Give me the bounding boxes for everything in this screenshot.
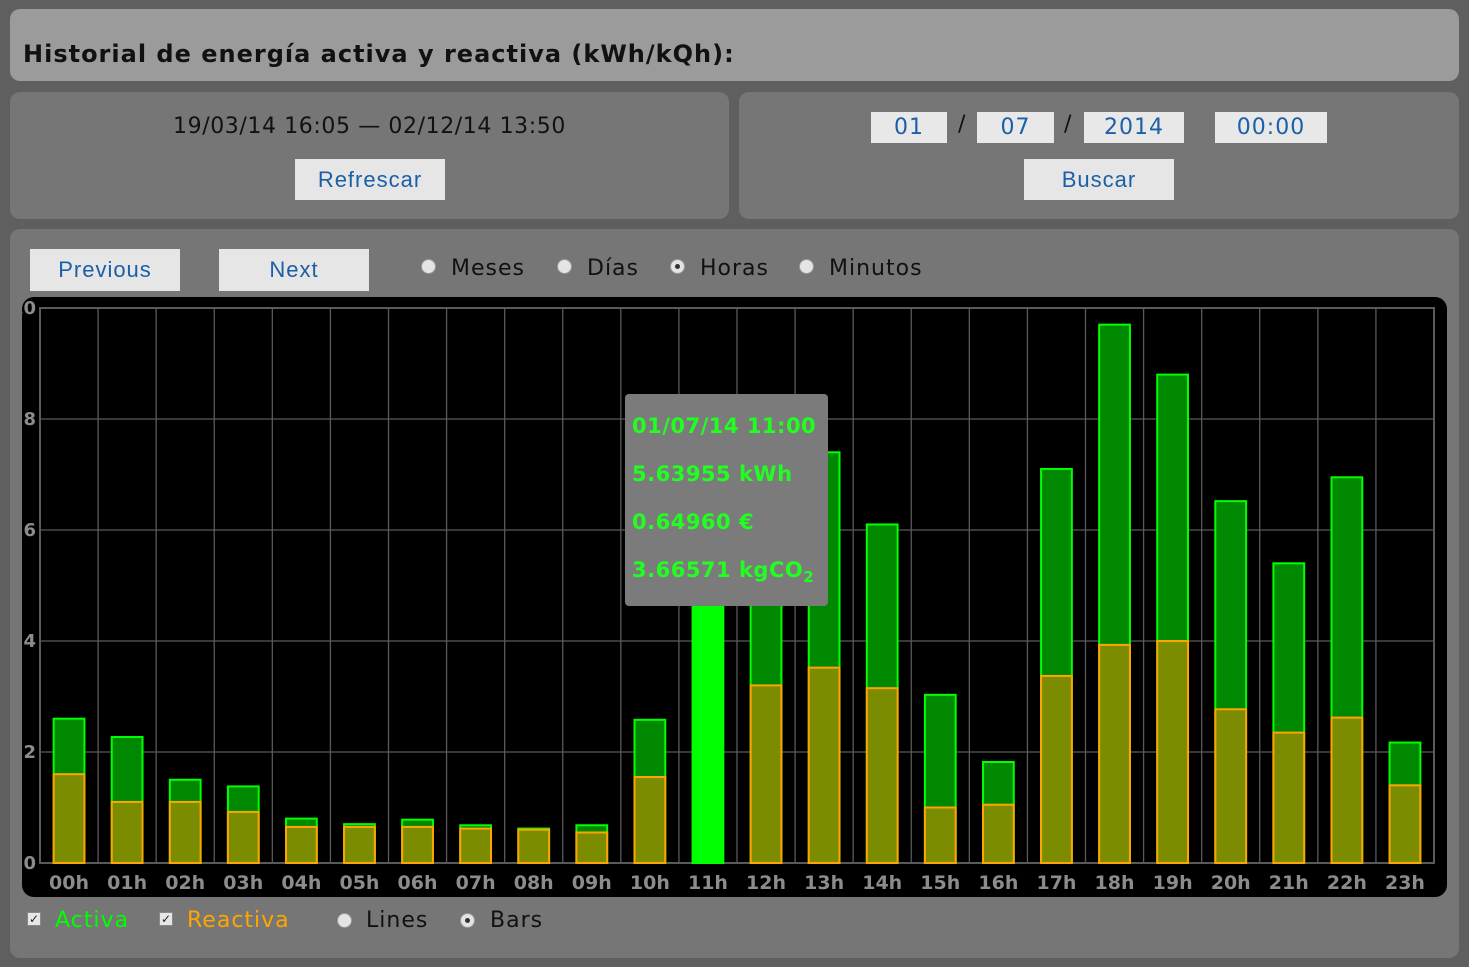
x-tick-label: 21h xyxy=(1269,872,1309,894)
x-tick-label: 08h xyxy=(514,872,554,894)
reactiva-bar xyxy=(168,800,202,865)
y-tick-label: 0 xyxy=(23,853,36,874)
reactiva-bar xyxy=(226,810,260,865)
title-panel: Historial de energía activa y reactiva (… xyxy=(10,9,1459,81)
radio-meses-label: Meses xyxy=(451,256,525,281)
reactiva-bar xyxy=(1156,640,1190,864)
activa-checkbox[interactable]: ✓ xyxy=(27,912,41,926)
reactiva-bar xyxy=(575,831,609,864)
reactiva-bar xyxy=(1098,643,1131,865)
reactiva-bar xyxy=(633,775,667,865)
x-tick-label: 06h xyxy=(398,872,438,894)
reactiva-bar xyxy=(1272,731,1306,865)
reactiva-bar xyxy=(110,800,144,865)
x-tick-label: 12h xyxy=(746,872,786,894)
chart-tooltip: 01/07/14 11:00 5.63955 kWh 0.64960 € 3.6… xyxy=(625,394,828,606)
radio-minutos-label: Minutos xyxy=(829,256,923,281)
chart-panel: Previous Next Meses Días Horas Minutos 0… xyxy=(10,229,1459,958)
x-tick-label: 15h xyxy=(920,872,960,894)
x-tick-label: 20h xyxy=(1211,872,1251,894)
tooltip-datetime: 01/07/14 11:00 xyxy=(632,414,817,438)
x-tick-label: 16h xyxy=(978,872,1018,894)
reactiva-bar xyxy=(923,806,957,864)
x-tick-label: 07h xyxy=(456,872,496,894)
tooltip-co2: 3.66571 kgCO2 xyxy=(632,558,814,586)
x-tick-label: 17h xyxy=(1036,872,1076,894)
tooltip-cost: 0.64960 € xyxy=(632,510,755,534)
date-separator: / xyxy=(958,112,966,137)
radio-minutos[interactable] xyxy=(799,259,814,274)
x-tick-label: 04h xyxy=(281,872,321,894)
y-tick-label: 6 xyxy=(23,520,36,541)
radio-horas-label: Horas xyxy=(700,256,769,281)
reactiva-bar xyxy=(517,828,551,865)
x-tick-label: 02h xyxy=(165,872,205,894)
x-tick-label: 10h xyxy=(630,872,670,894)
x-tick-label: 18h xyxy=(1095,872,1135,894)
reactiva-legend-label: Reactiva xyxy=(187,908,290,933)
x-tick-label: 19h xyxy=(1153,872,1193,894)
y-tick-label: 10 xyxy=(22,298,36,319)
reactiva-bar xyxy=(284,825,318,864)
y-tick-label: 8 xyxy=(23,409,36,430)
radio-bars[interactable] xyxy=(460,913,475,928)
x-tick-label: 03h xyxy=(223,872,263,894)
date-range-panel: 19/03/14 16:05 — 02/12/14 13:50 Refresca… xyxy=(10,92,729,219)
x-tick-label: 00h xyxy=(49,872,89,894)
previous-button[interactable]: Previous xyxy=(30,249,180,291)
radio-dias[interactable] xyxy=(557,259,572,274)
radio-meses[interactable] xyxy=(421,259,436,274)
reactiva-bar xyxy=(981,803,1015,865)
activa-legend-label: Activa xyxy=(55,908,129,933)
x-tick-label: 23h xyxy=(1385,872,1425,894)
search-button[interactable]: Buscar xyxy=(1024,159,1174,200)
reactiva-bar xyxy=(343,825,376,864)
time-input[interactable]: 00:00 xyxy=(1215,112,1327,143)
next-button[interactable]: Next xyxy=(219,249,369,291)
y-tick-label: 4 xyxy=(23,631,36,652)
radio-horas[interactable] xyxy=(670,259,685,274)
month-input[interactable]: 07 xyxy=(977,112,1054,143)
reactiva-bar xyxy=(807,666,841,865)
reactiva-bar xyxy=(1388,784,1422,864)
x-tick-label: 01h xyxy=(107,872,147,894)
year-input[interactable]: 2014 xyxy=(1084,112,1184,143)
tooltip-co2-value: 3.66571 kgCO xyxy=(632,558,804,582)
x-tick-label: 14h xyxy=(862,872,902,894)
reactiva-bar xyxy=(52,773,86,865)
radio-bars-label: Bars xyxy=(490,908,544,933)
x-tick-label: 13h xyxy=(804,872,844,894)
page-title: Historial de energía activa y reactiva (… xyxy=(23,40,735,68)
x-tick-label: 09h xyxy=(572,872,612,894)
date-separator: / xyxy=(1064,112,1072,137)
reactiva-bar xyxy=(401,825,434,864)
reactiva-bar xyxy=(1214,708,1248,865)
x-tick-label: 11h xyxy=(688,872,728,894)
reactiva-checkbox[interactable]: ✓ xyxy=(159,912,173,926)
tooltip-co2-subscript: 2 xyxy=(803,568,815,587)
date-range-text: 19/03/14 16:05 — 02/12/14 13:50 xyxy=(173,114,566,139)
search-panel: 01 / 07 / 2014 00:00 Buscar xyxy=(739,92,1459,219)
x-tick-label: 22h xyxy=(1327,872,1367,894)
radio-lines[interactable] xyxy=(337,913,352,928)
x-tick-label: 05h xyxy=(339,872,379,894)
day-input[interactable]: 01 xyxy=(871,112,947,143)
y-tick-label: 2 xyxy=(23,742,36,763)
reactiva-bar xyxy=(865,687,899,864)
reactiva-bar xyxy=(459,827,493,865)
reactiva-bar xyxy=(749,684,783,864)
radio-dias-label: Días xyxy=(587,256,639,281)
radio-lines-label: Lines xyxy=(366,908,429,933)
reactiva-bar xyxy=(1040,674,1073,864)
tooltip-energy: 5.63955 kWh xyxy=(632,462,793,486)
refresh-button[interactable]: Refrescar xyxy=(295,159,445,200)
chart-area: 0 2 4 6 8 10 00h 01h 02h 03h 04h 05h 06h 07h 08h 09h 10h… xyxy=(22,297,1447,897)
reactiva-bar xyxy=(1330,716,1364,864)
